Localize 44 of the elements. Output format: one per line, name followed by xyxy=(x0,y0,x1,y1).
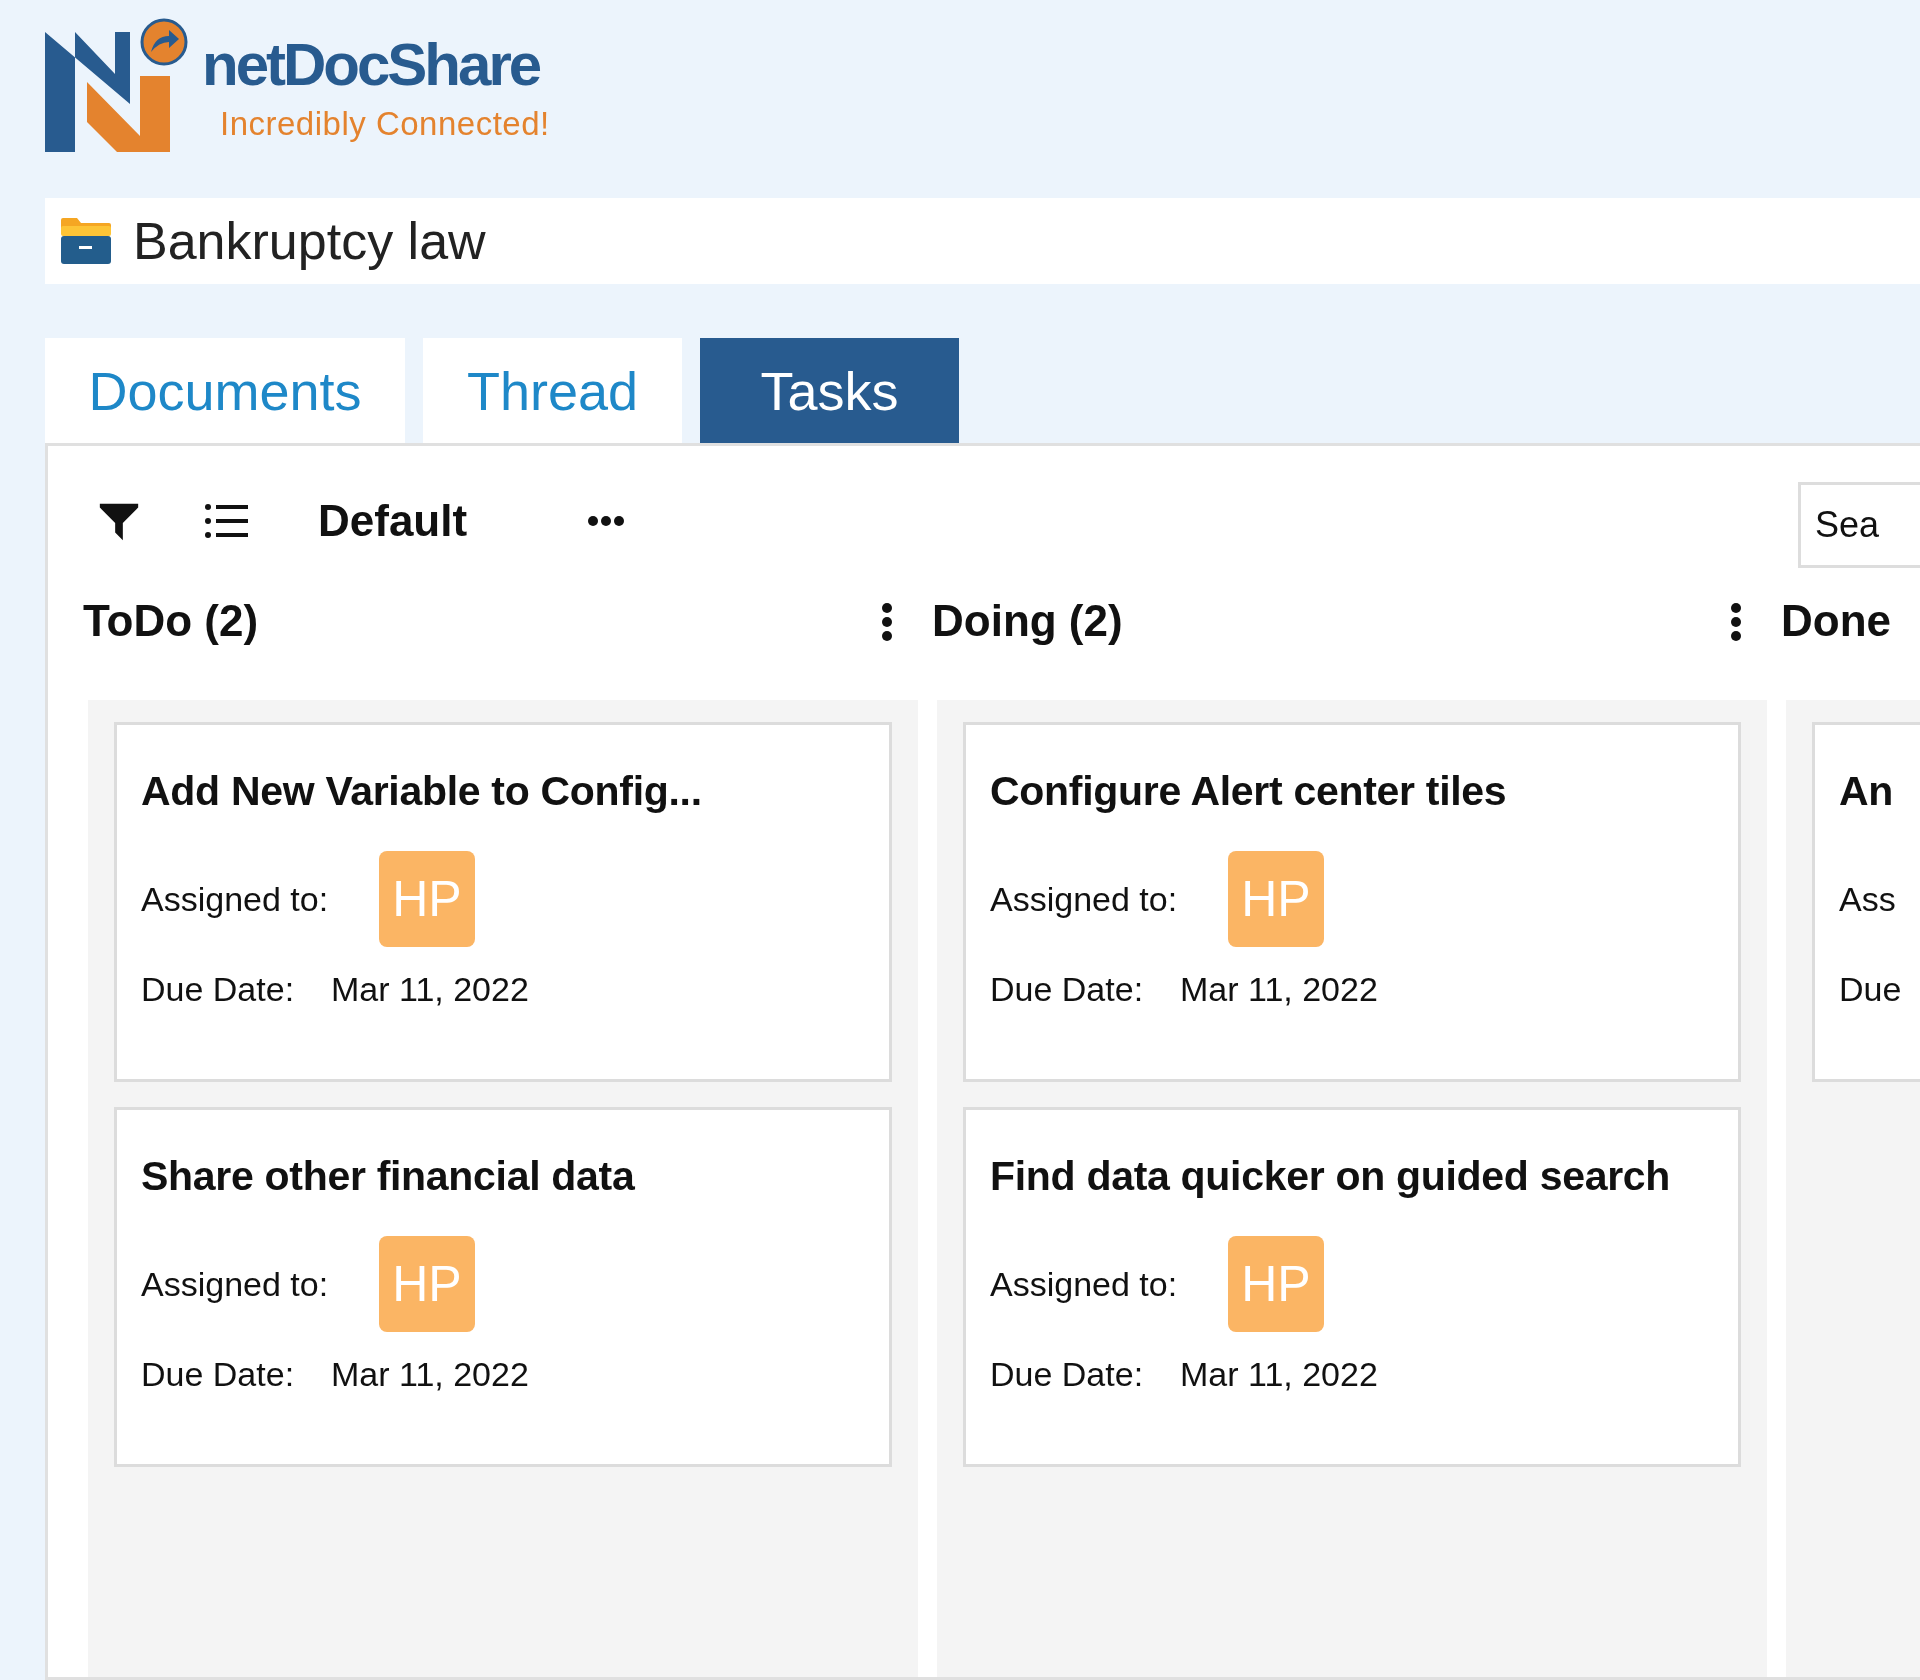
task-card[interactable]: Configure Alert center tiles Assigned to: HP Due Date: Mar 11, 2022 xyxy=(963,722,1741,1082)
brand-tagline: Incredibly Connected! xyxy=(220,105,550,143)
assignee-avatar: HP xyxy=(379,851,475,948)
assigned-label: Assigned to: xyxy=(990,879,1179,919)
task-card[interactable]: Add New Variable to Config... Assigned to: HP Due Date: Mar 11, 2022 xyxy=(114,722,892,1082)
tab[interactable]: Thread xyxy=(423,338,682,443)
more-options-icon[interactable] xyxy=(1730,602,1742,642)
view-selector[interactable]: Default xyxy=(318,496,468,546)
task-title: Find data quicker on guided search xyxy=(990,1152,1672,1201)
task-title: An xyxy=(1839,767,1895,816)
assignee-avatar: HP xyxy=(1228,851,1324,948)
assignee-avatar: HP xyxy=(1228,1236,1324,1333)
folder-icon xyxy=(61,218,111,264)
task-card[interactable]: Find data quicker on guided search Assigned to: HP Due Date: Mar 11, 2022 xyxy=(963,1107,1741,1467)
search-field[interactable]: Sea xyxy=(1798,482,1920,568)
brand-name: netDocShare xyxy=(202,30,541,99)
assigned-label: Assigned to: xyxy=(141,1264,330,1304)
more-options-icon[interactable] xyxy=(587,515,626,527)
task-title: Add New Variable to Config... xyxy=(141,767,703,816)
due-date: Mar 11, 2022 xyxy=(1180,969,1378,1009)
task-title: Configure Alert center tiles xyxy=(990,767,1508,816)
tab[interactable]: Tasks xyxy=(700,338,959,443)
due-date-label: Due Date: xyxy=(990,969,1145,1009)
assigned-label: Assigned to: xyxy=(141,879,330,919)
due-date-label: Due Date: xyxy=(141,1354,296,1394)
due-date-label: Due Date: xyxy=(141,969,296,1009)
workspace-title: Bankruptcy law xyxy=(133,211,486,271)
tab[interactable]: Documents xyxy=(45,338,405,443)
assignee-avatar: HP xyxy=(379,1236,475,1333)
more-options-icon[interactable] xyxy=(881,602,893,642)
due-date: Mar 11, 2022 xyxy=(1180,1354,1378,1394)
list-view-icon[interactable] xyxy=(204,503,248,539)
task-title: Share other financial data xyxy=(141,1152,636,1201)
task-card[interactable]: Share other financial data Assigned to: HP Due Date: Mar 11, 2022 xyxy=(114,1107,892,1467)
due-date-label: Due Date: xyxy=(990,1354,1145,1394)
due-date: Mar 11, 2022 xyxy=(331,1354,529,1394)
assigned-label: Assigned to: xyxy=(990,1264,1179,1304)
column-title: Done xyxy=(1781,596,1891,646)
column-title: Doing (2) xyxy=(932,596,1123,646)
assigned-label: Ass xyxy=(1839,879,1897,919)
task-card[interactable]: An Ass Due xyxy=(1812,722,1920,1082)
column-title: ToDo (2) xyxy=(83,596,259,646)
due-date: Mar 11, 2022 xyxy=(331,969,529,1009)
due-date-label: Due xyxy=(1839,969,1903,1009)
